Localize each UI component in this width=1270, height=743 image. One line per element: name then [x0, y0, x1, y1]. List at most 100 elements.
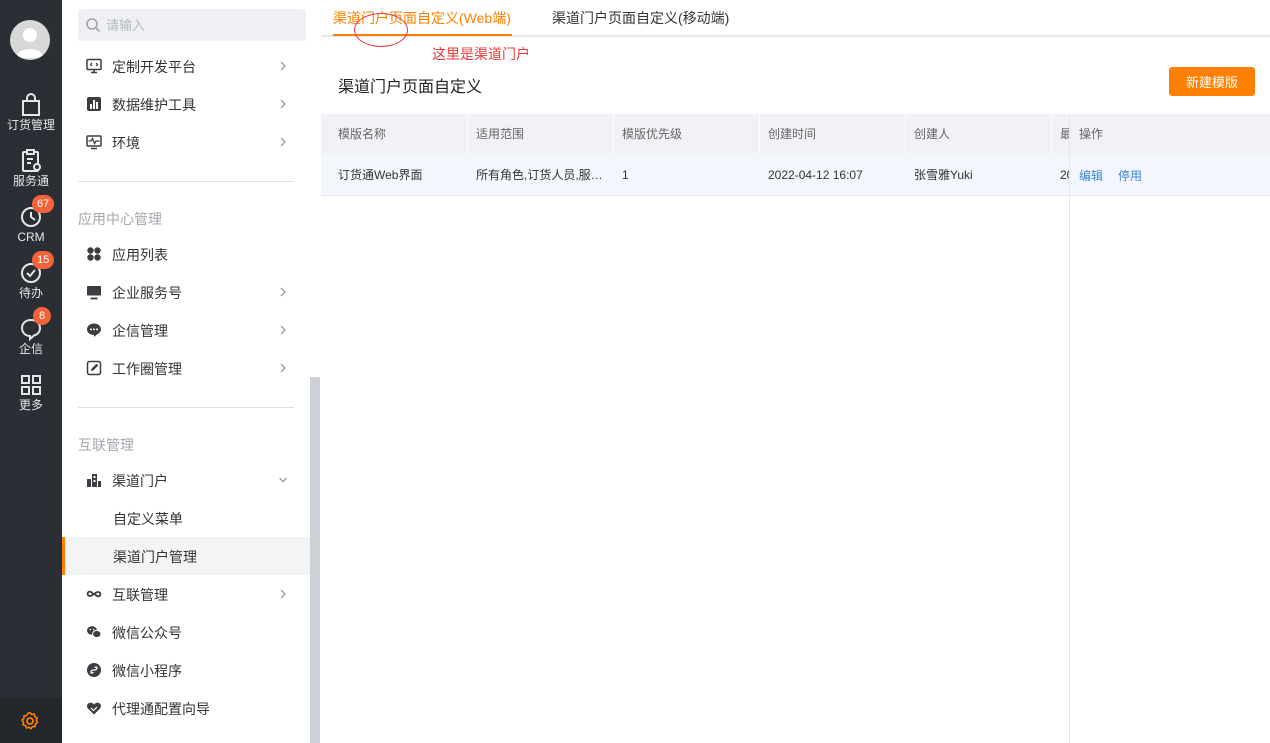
pulse-monitor-icon — [86, 135, 102, 150]
group-title-app-center: 应用中心管理 — [78, 211, 162, 227]
apps-icon — [87, 247, 101, 261]
rail-item-todo[interactable]: 待办 15 — [0, 251, 62, 312]
service-clipboard-icon — [22, 149, 41, 172]
rail-item-label: 待办 — [18, 286, 43, 300]
page-title: 渠道门户页面自定义 — [338, 79, 483, 96]
rail-item-message[interactable]: 企信 8 — [0, 307, 62, 368]
desktop-icon — [87, 286, 101, 300]
column-header-priority: 模版优先级 — [622, 127, 683, 141]
sidebar-item-label: 企业服务号 — [112, 285, 182, 301]
edit-link[interactable]: 编辑 — [1079, 167, 1103, 184]
mini-program-icon — [87, 663, 101, 677]
bar-chart-icon — [87, 97, 101, 111]
divider — [78, 407, 294, 408]
sidebar-scrollbar-thumb[interactable] — [310, 377, 320, 743]
sidebar-item-work-circle[interactable]: 工作圈管理 — [62, 349, 310, 387]
sidebar-subitem-portal-management[interactable]: 渠道门户管理 — [62, 537, 310, 575]
sidebar-item-message-mgmt[interactable]: 企信管理 — [62, 311, 310, 349]
actions-cell: 编辑 停用 — [1070, 154, 1270, 196]
sidebar-item-label: 应用列表 — [112, 247, 168, 263]
column-header-truncated: 最 — [1060, 127, 1069, 141]
cell-template-name: 订货通Web界面 — [338, 168, 423, 182]
group-title-interconnect: 互联管理 — [78, 437, 134, 453]
rail-item-crm[interactable]: CRM 67 — [0, 195, 62, 256]
search-input[interactable] — [106, 9, 296, 41]
column-header-actions: 操作 — [1070, 114, 1270, 154]
building-icon — [87, 474, 101, 487]
new-template-button[interactable]: 新建模版 — [1169, 67, 1255, 96]
sidebar-item-label: 环境 — [112, 135, 140, 151]
gear-icon — [21, 711, 39, 730]
sidebar-item-label: 微信小程序 — [112, 663, 182, 679]
search-box[interactable] — [78, 9, 306, 41]
shopping-bag-icon — [22, 93, 40, 116]
cell-created-time: 2022-04-12 16:07 — [768, 168, 863, 182]
wechat-icon — [87, 626, 102, 639]
edit-icon — [86, 360, 102, 376]
chevron-right-icon — [280, 137, 286, 147]
chevron-right-icon — [280, 363, 286, 373]
message-badge: 8 — [33, 307, 51, 325]
sidebar-item-data-tools[interactable]: 数据维护工具 — [62, 85, 310, 123]
cell-scope: 所有角色,订货人员,服务人员 — [476, 168, 613, 182]
sidebar-item-label: 定制开发平台 — [112, 59, 196, 75]
sidebar-item-app-list[interactable]: 应用列表 — [62, 235, 310, 273]
rail-item-service[interactable]: 服务通 — [0, 148, 62, 200]
avatar[interactable] — [10, 20, 50, 60]
column-header-created-time: 创建时间 — [768, 127, 817, 141]
rail-item-order[interactable]: 订货管理 — [0, 92, 62, 144]
column-header-name: 模版名称 — [338, 127, 387, 141]
sidebar-item-agent-wizard[interactable]: 代理通配置向导 — [62, 689, 310, 727]
tab-bar: 渠道门户页面自定义(Web端) 渠道门户页面自定义(移动端) — [321, 0, 1270, 37]
sidebar-item-label: 数据维护工具 — [112, 97, 196, 113]
sidebar-item-wechat-official[interactable]: 微信公众号 — [62, 613, 310, 651]
rail-item-label: 企信 — [18, 342, 43, 356]
search-icon — [86, 18, 101, 33]
settings-button[interactable] — [0, 698, 62, 743]
chevron-right-icon — [280, 287, 286, 297]
left-rail: 订货管理 服务通 CRM 67 待办 15 企信 8 更多 — [0, 0, 62, 743]
divider — [78, 181, 294, 182]
rail-item-label: 订货管理 — [6, 118, 55, 132]
chevron-right-icon — [280, 99, 286, 109]
cell-creator: 张雪雅Yuki — [914, 168, 973, 182]
sidebar-item-interconnect-mgmt[interactable]: 互联管理 — [62, 575, 310, 613]
crm-badge: 67 — [32, 195, 55, 213]
sidebar-item-label: 企信管理 — [112, 323, 168, 339]
chevron-right-icon — [280, 325, 286, 335]
sidebar-item-label: 代理通配置向导 — [112, 701, 210, 717]
sidebar-item-custom-dev[interactable]: 定制开发平台 — [62, 47, 310, 85]
cell-priority: 1 — [622, 168, 629, 182]
cell-truncated: 20 — [1060, 168, 1069, 182]
link-icon — [86, 590, 102, 598]
column-header-creator: 创建人 — [914, 127, 951, 141]
rail-item-label: CRM — [17, 230, 45, 244]
handshake-icon — [87, 702, 101, 715]
sidebar-item-channel-portal[interactable]: 渠道门户 — [62, 461, 310, 499]
annotation-text: 这里是渠道门户 — [432, 46, 530, 62]
disable-link[interactable]: 停用 — [1118, 167, 1142, 184]
sidebar-item-label: 工作圈管理 — [112, 361, 182, 377]
rail-item-more[interactable]: 更多 — [0, 372, 62, 424]
annotation-circle — [354, 13, 408, 47]
chevron-right-icon — [280, 61, 286, 71]
sidebar-item-label: 渠道门户管理 — [113, 549, 197, 565]
rail-item-label: 服务通 — [12, 174, 49, 188]
chevron-right-icon — [280, 589, 286, 599]
sidebar-item-label: 渠道门户 — [112, 473, 168, 489]
grid-icon — [21, 375, 41, 395]
chevron-down-icon — [279, 477, 287, 483]
main-content: 渠道门户页面自定义(Web端) 渠道门户页面自定义(移动端) 这里是渠道门户 渠… — [321, 0, 1270, 743]
sidebar-item-environment[interactable]: 环境 — [62, 123, 310, 161]
column-header-scope: 适用范围 — [476, 127, 525, 141]
user-silhouette-icon — [16, 28, 44, 58]
sidebar-item-label: 互联管理 — [112, 587, 168, 603]
app-window: 订货管理 服务通 CRM 67 待办 15 企信 8 更多 请输入 定制开发平台… — [0, 0, 1270, 743]
monitor-code-icon — [86, 58, 102, 74]
sidebar-item-label: 自定义菜单 — [113, 511, 183, 527]
rail-item-label: 更多 — [18, 398, 43, 412]
sidebar-item-mini-program[interactable]: 微信小程序 — [62, 651, 310, 689]
tab-mobile[interactable]: 渠道门户页面自定义(移动端) — [552, 8, 729, 28]
sidebar-item-service-account[interactable]: 企业服务号 — [62, 273, 310, 311]
sidebar-subitem-custom-menu[interactable]: 自定义菜单 — [62, 499, 310, 537]
